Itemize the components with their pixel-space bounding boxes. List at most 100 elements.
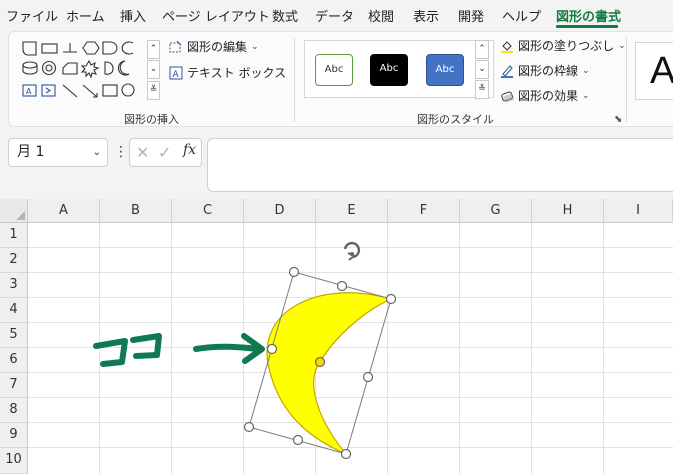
grid-line — [243, 223, 244, 474]
gallery-scroll-down[interactable]: ⌄ — [147, 60, 160, 79]
grid-line — [171, 223, 172, 474]
svg-text:A: A — [173, 70, 180, 80]
row-header[interactable]: 2 — [0, 248, 28, 273]
cancel-icon[interactable]: ✕ — [136, 143, 149, 162]
name-box[interactable]: 月 1 ⌄ — [8, 138, 108, 167]
tab-view[interactable]: 表示 — [413, 6, 439, 25]
row-header[interactable]: 1 — [0, 223, 28, 248]
insert-shapes-group-label: 図形の挿入 — [124, 113, 179, 126]
confirm-icon[interactable]: ✓ — [158, 143, 171, 162]
edit-shape-label: 図形の編集 — [187, 40, 248, 54]
formula-buttons: ✕ ✓ fx — [129, 138, 202, 167]
row-header[interactable]: 10 — [0, 448, 28, 474]
style-swatch-blue[interactable]: Abc — [426, 54, 464, 86]
grid-line — [387, 223, 388, 474]
pentagon-shape-icon — [62, 62, 78, 75]
grid-line — [28, 322, 673, 323]
column-header[interactable]: D — [244, 199, 316, 223]
hexagon-shape-icon — [82, 41, 100, 55]
column-header[interactable]: G — [460, 199, 532, 223]
name-box-value: 月 1 — [17, 144, 45, 160]
dialog-launcher-icon[interactable]: ⬊ — [614, 114, 622, 125]
rectangle-shape-icon — [41, 43, 58, 54]
pen-icon — [501, 64, 513, 78]
row-header[interactable]: 6 — [0, 348, 28, 373]
row-header[interactable]: 3 — [0, 273, 28, 298]
grid-line — [315, 223, 316, 474]
insert-function-button[interactable]: fx — [183, 142, 196, 158]
grid-line — [28, 272, 673, 273]
tab-shape-format[interactable]: 図形の書式 — [556, 6, 621, 25]
select-all-triangle-icon — [16, 211, 25, 220]
chevron-down-icon: ⌄ — [251, 41, 259, 52]
wave-shape-icon — [104, 61, 114, 75]
row-header[interactable]: 4 — [0, 298, 28, 323]
shape-fill-button[interactable]: 図形の塗りつぶし ⌄ — [500, 37, 626, 54]
tab-review[interactable]: 校閲 — [368, 6, 394, 25]
grid-line — [28, 422, 673, 423]
column-header[interactable]: E — [316, 199, 388, 223]
row-header[interactable]: 8 — [0, 398, 28, 423]
menu-bar: ファイル ホーム 挿入 ページ レイアウト 数式 データ 校閲 表示 開発 ヘル… — [0, 0, 673, 30]
worksheet-grid[interactable]: A B C D E F G H I 1 2 3 4 5 6 7 8 9 10 — [0, 199, 673, 474]
tab-data[interactable]: データ — [315, 6, 354, 25]
shape-styles-group-label: 図形のスタイル — [417, 113, 494, 126]
row-header[interactable]: 9 — [0, 423, 28, 448]
teardrop-shape-icon — [22, 41, 37, 56]
d-shape-icon — [102, 41, 118, 55]
tab-file[interactable]: ファイル — [6, 6, 58, 25]
gallery-scroll-up[interactable]: ⌃ — [147, 40, 160, 59]
select-all-button[interactable] — [0, 199, 28, 223]
style-more[interactable]: ≚ — [475, 80, 489, 99]
text-box-button[interactable]: A テキスト ボックス ⌄ — [169, 64, 312, 81]
tab-help[interactable]: ヘルプ — [502, 6, 541, 25]
vertical-dots-icon[interactable]: ⋮ — [114, 144, 128, 160]
active-tab-indicator — [556, 25, 618, 28]
tab-formulas[interactable]: 数式 — [272, 6, 298, 25]
row-header[interactable]: 7 — [0, 373, 28, 398]
chevron-down-icon: ⌄ — [618, 40, 626, 51]
gallery-more[interactable]: ≚ — [147, 81, 160, 100]
grid-line — [28, 372, 673, 373]
shape-effects-icon — [501, 91, 514, 102]
style-swatch-dark[interactable]: Abc — [370, 54, 408, 86]
svg-text:A: A — [26, 87, 32, 96]
tab-page-layout[interactable]: ページ レイアウト — [162, 6, 270, 25]
line-shape-icon — [62, 84, 78, 98]
column-header[interactable]: H — [532, 199, 604, 223]
text-box-label: テキスト ボックス — [187, 66, 287, 80]
shape-fill-label: 図形の塗りつぶし — [518, 39, 615, 53]
grid-line — [99, 223, 100, 474]
column-header[interactable]: B — [100, 199, 172, 223]
grid-line — [28, 347, 673, 348]
grid-line — [531, 223, 532, 474]
column-header[interactable]: C — [172, 199, 244, 223]
column-header[interactable]: A — [28, 199, 100, 223]
grid-line — [459, 223, 460, 474]
shape-style-gallery[interactable]: Abc Abc Abc — [304, 40, 494, 98]
formula-input[interactable] — [207, 138, 673, 192]
shape-effects-button[interactable]: 図形の効果 ⌄ — [500, 87, 590, 104]
tab-insert[interactable]: 挿入 — [120, 6, 146, 25]
arrow-line-shape-icon — [82, 84, 98, 98]
column-header[interactable]: F — [388, 199, 460, 223]
column-header[interactable]: I — [604, 199, 673, 223]
row-header[interactable]: 5 — [0, 323, 28, 348]
rect-shape-icon — [102, 84, 118, 97]
shape-gallery[interactable]: A — [21, 40, 147, 102]
style-swatch-outline[interactable]: Abc — [315, 54, 353, 86]
oval-shape-icon — [121, 83, 135, 97]
tab-developer[interactable]: 開発 — [458, 6, 484, 25]
arc-shape-icon — [121, 41, 134, 55]
style-scroll-down[interactable]: ⌄ — [475, 60, 489, 79]
wordart-style-preview[interactable]: A — [635, 42, 673, 100]
grid-line — [28, 397, 673, 398]
style-scroll-up[interactable]: ⌃ — [475, 40, 489, 59]
shape-outline-button[interactable]: 図形の枠線 ⌄ — [500, 62, 590, 79]
grid-line — [28, 447, 673, 448]
group-separator — [626, 38, 627, 122]
tab-home[interactable]: ホーム — [66, 6, 105, 25]
chevron-down-icon[interactable]: ⌄ — [93, 139, 101, 166]
cylinder-shape-icon — [22, 61, 38, 69]
edit-shape-button[interactable]: 図形の編集 ⌄ — [169, 38, 259, 55]
